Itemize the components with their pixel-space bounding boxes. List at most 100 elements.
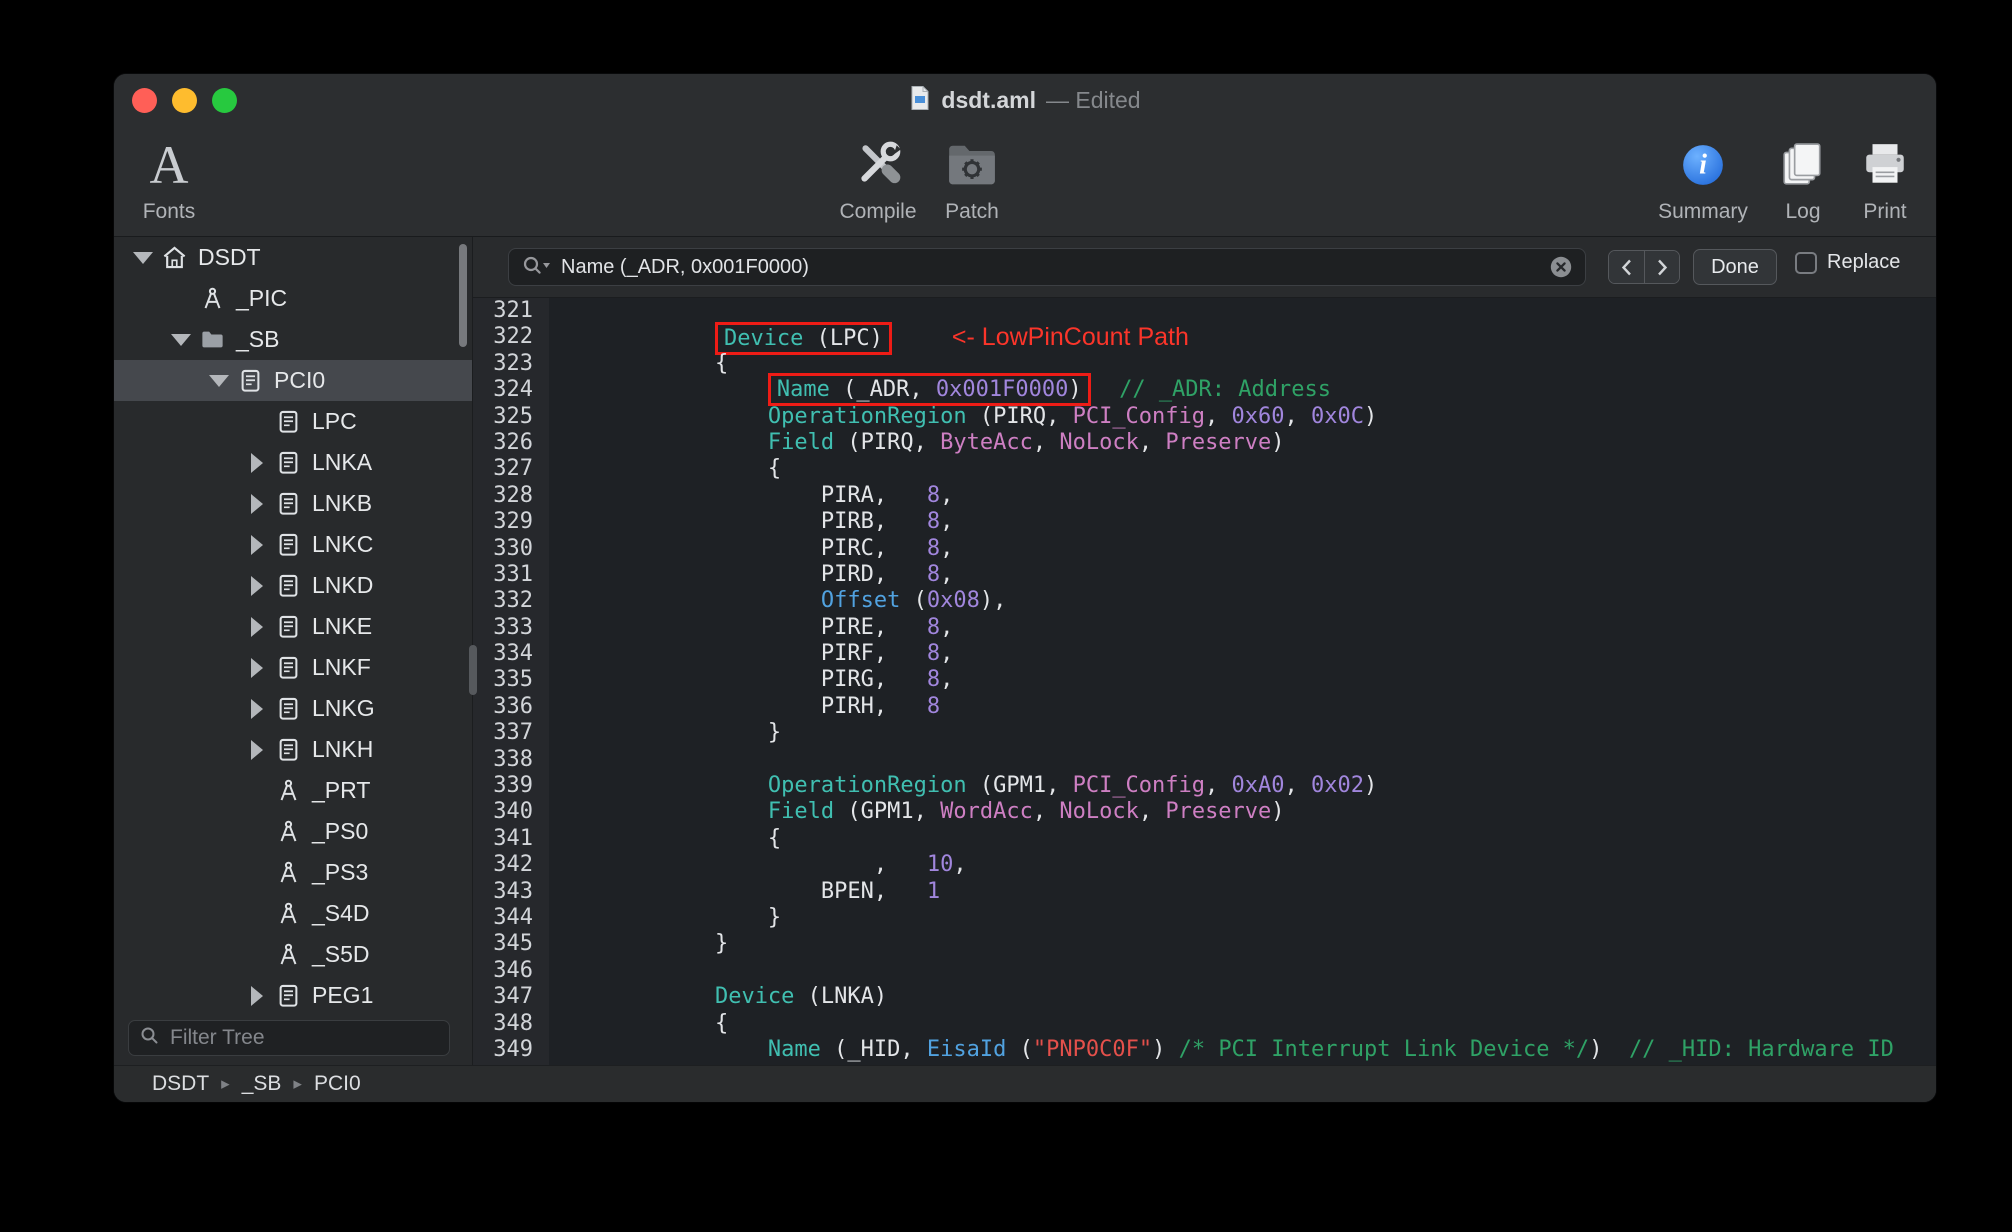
line-number: 321 xyxy=(493,298,533,323)
code-line: 323 { xyxy=(473,351,1936,377)
tree-item-label: LNKH xyxy=(312,736,374,762)
patch-folder-icon xyxy=(945,132,999,198)
sidebar-item-lnkd[interactable]: LNKD xyxy=(114,565,472,606)
disclosure-triangle-icon[interactable] xyxy=(244,576,270,596)
tree-item-label: DSDT xyxy=(198,244,261,270)
sidebar-item-lnkf[interactable]: LNKF xyxy=(114,647,472,688)
method-icon xyxy=(273,941,303,969)
sidebar-item-_s4d[interactable]: _S4D xyxy=(114,893,472,934)
code-token: EisaId xyxy=(926,1036,1007,1062)
sidebar-item-lnkb[interactable]: LNKB xyxy=(114,483,472,524)
device-icon xyxy=(273,613,303,641)
code-line: 347 Device (LNKA) xyxy=(473,984,1936,1010)
disclosure-triangle-icon[interactable] xyxy=(244,658,270,678)
code-token: // _ADR: Address xyxy=(1119,377,1331,403)
disclosure-triangle-icon[interactable] xyxy=(130,252,156,264)
sidebar-item-lnka[interactable]: LNKA xyxy=(114,442,472,483)
sidebar-item-lnkh[interactable]: LNKH xyxy=(114,729,472,770)
tree-item-label: _PS3 xyxy=(312,859,369,885)
disclosure-triangle-icon[interactable] xyxy=(244,986,270,1006)
sidebar-item-lpc[interactable]: LPC xyxy=(114,401,472,442)
breadcrumb-item-dsdt[interactable]: DSDT xyxy=(152,1072,209,1096)
replace-checkbox[interactable] xyxy=(1795,251,1817,274)
sidebar-item-_pic[interactable]: _PIC xyxy=(114,278,472,319)
method-icon xyxy=(273,777,303,805)
highlight-box: Device (LPC) xyxy=(714,322,892,356)
sidebar-item-_ps0[interactable]: _PS0 xyxy=(114,811,472,852)
code-line: 321 xyxy=(473,298,1936,324)
breadcrumb-item-_sb[interactable]: _SB xyxy=(242,1072,282,1096)
code-token: PIRG, xyxy=(556,667,927,693)
search-menu-icon[interactable] xyxy=(521,254,551,281)
code-line: 333 PIRE, 8, xyxy=(473,615,1936,641)
sidebar-item-_sb[interactable]: _SB xyxy=(114,319,472,360)
code-line: 345 } xyxy=(473,931,1936,957)
code-token: NoLock xyxy=(1059,429,1139,455)
line-number: 329 xyxy=(493,509,533,535)
search-field[interactable]: Name (_ADR, 0x001F0000) xyxy=(508,248,1586,286)
sidebar-item-lnkg[interactable]: LNKG xyxy=(114,688,472,729)
code-text: } xyxy=(549,931,728,957)
print-button[interactable]: Print xyxy=(1830,132,1936,224)
sidebar-item-_prt[interactable]: _PRT xyxy=(114,770,472,811)
sidebar-item-_ps3[interactable]: _PS3 xyxy=(114,852,472,893)
sidebar-item-peg1[interactable]: PEG1 xyxy=(114,975,472,1016)
line-number: 338 xyxy=(493,746,533,772)
code-text: Field (PIRQ, ByteAcc, NoLock, Preserve) xyxy=(549,430,1285,456)
line-number: 347 xyxy=(493,984,533,1010)
done-button[interactable]: Done xyxy=(1693,249,1777,285)
disclosure-triangle-icon[interactable] xyxy=(244,740,270,760)
disclosure-triangle-icon[interactable] xyxy=(244,453,270,473)
code-line: 330 PIRC, 8, xyxy=(473,536,1936,562)
breadcrumb-item-pci0[interactable]: PCI0 xyxy=(314,1072,361,1096)
code-text: Name (_HID, EisaId ("PNP0C0F") /* PCI In… xyxy=(549,1037,1894,1063)
sidebar-item-lnke[interactable]: LNKE xyxy=(114,606,472,647)
code-token: 8 xyxy=(926,667,941,693)
code-token: ) xyxy=(1152,1036,1179,1062)
disclosure-triangle-icon[interactable] xyxy=(168,334,194,346)
code-token: (LNKA) xyxy=(794,984,888,1010)
sidebar-item-dsdt[interactable]: DSDT xyxy=(114,237,472,278)
sidebar-item-pci0[interactable]: PCI0 xyxy=(114,360,472,401)
replace-option: Replace xyxy=(1795,251,1900,274)
filter-tree-field[interactable]: Filter Tree xyxy=(128,1020,450,1056)
code-token: , xyxy=(1284,403,1312,429)
disclosure-triangle-icon[interactable] xyxy=(244,494,270,514)
clear-search-icon[interactable] xyxy=(1549,255,1573,279)
code-text: , 10, xyxy=(549,852,967,878)
sidebar-item-lnkc[interactable]: LNKC xyxy=(114,524,472,565)
disclosure-triangle-icon[interactable] xyxy=(244,617,270,637)
code-token: ( xyxy=(900,588,927,614)
patch-button[interactable]: Patch xyxy=(917,132,1027,224)
find-previous-button[interactable] xyxy=(1609,251,1644,283)
code-token: 0x0C xyxy=(1311,403,1364,429)
code-token: Field xyxy=(767,799,835,825)
code-line: 341 { xyxy=(473,826,1936,852)
code-line: 328 PIRA, 8, xyxy=(473,483,1936,509)
line-number: 336 xyxy=(493,693,533,719)
device-icon xyxy=(273,736,303,764)
summary-button[interactable]: i Summary xyxy=(1648,132,1758,224)
code-token: ) xyxy=(1068,377,1082,403)
tree-item-label: _S4D xyxy=(312,900,370,926)
disclosure-triangle-icon[interactable] xyxy=(206,375,232,387)
splitter-handle[interactable] xyxy=(469,645,477,695)
line-number: 335 xyxy=(493,667,533,693)
tree-item-label: _PIC xyxy=(236,285,288,311)
fonts-button[interactable]: A Fonts xyxy=(114,132,224,224)
code-token: , xyxy=(940,614,954,640)
disclosure-triangle-icon[interactable] xyxy=(244,535,270,555)
disclosure-triangle-icon[interactable] xyxy=(244,699,270,719)
code-token: 0x02 xyxy=(1311,773,1364,799)
line-number: 325 xyxy=(493,403,533,429)
tree-item-label: LNKB xyxy=(312,490,373,516)
edited-indicator: — Edited xyxy=(1045,86,1141,113)
line-number: 348 xyxy=(493,1010,533,1036)
sidebar-scrollbar[interactable] xyxy=(459,244,467,347)
sidebar-item-_s5d[interactable]: _S5D xyxy=(114,934,472,975)
code-token: 8 xyxy=(926,614,941,640)
find-next-button[interactable] xyxy=(1644,251,1679,283)
code-editor[interactable]: 321 322 Device (LPC) <- LowPinCount Path 3… xyxy=(473,298,1936,1065)
method-icon xyxy=(273,900,303,928)
code-token: ) xyxy=(1589,1036,1603,1062)
